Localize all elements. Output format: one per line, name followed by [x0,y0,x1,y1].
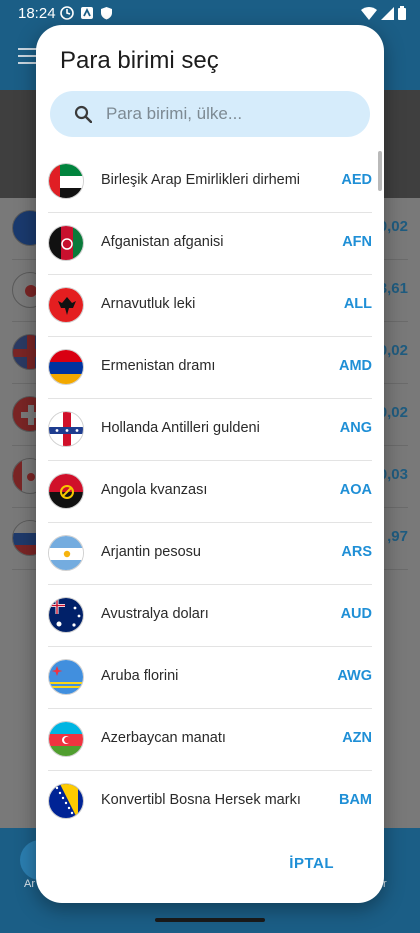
wifi-icon [361,6,377,20]
currency-item-aed[interactable]: Birleşik Arap Emirlikleri dirhemi AED [48,151,372,213]
cancel-button[interactable]: İPTAL [289,855,334,872]
currency-picker-dialog: Para birimi seç Birleşik Arap Emirlikler… [36,25,384,903]
uae-flag-icon [48,163,84,199]
currency-name: Arjantin pesosu [101,544,201,560]
scrollbar[interactable] [378,151,382,191]
currency-name: Hollanda Antilleri guldeni [101,420,260,436]
currency-name: Avustralya doları [101,606,209,622]
search-icon [74,105,92,123]
currency-item-amd[interactable]: Ermenistan dramı AMD [48,337,372,399]
currency-item-aud[interactable]: Avustralya doları AUD [48,585,372,647]
azerbaijan-flag-icon [48,721,84,757]
angola-flag-icon [48,473,84,509]
bosnia-flag-icon [48,783,84,819]
status-time: 18:24 [18,5,56,22]
currency-code: AZN [342,730,372,746]
sync-icon [60,6,74,20]
currency-name: Aruba florini [101,668,179,684]
currency-code: AOA [339,482,372,498]
app-notification-icon [81,7,93,19]
bottom-label-left: Ar [24,878,35,890]
currency-name: Afganistan afganisi [101,234,224,250]
signal-icon [381,6,394,20]
afghanistan-flag-icon [48,225,84,261]
currency-list[interactable]: Birleşik Arap Emirlikleri dirhemi AED Af… [36,151,384,831]
shield-icon [101,7,112,20]
currency-item-aoa[interactable]: Angola kvanzası AOA [48,461,372,523]
status-bar: 18:24 [0,0,420,28]
status-system-icons [361,6,406,20]
currency-name: Angola kvanzası [101,482,208,498]
currency-code: ANG [339,420,372,436]
currency-item-afn[interactable]: Afganistan afganisi AFN [48,213,372,275]
bg-value: ,97 [387,528,408,545]
currency-name: Konvertibl Bosna Hersek markı [101,792,301,808]
armenia-flag-icon [48,349,84,385]
currency-item-all[interactable]: Arnavutluk leki ALL [48,275,372,337]
currency-name: Azerbaycan manatı [101,730,226,746]
australia-flag-icon [48,597,84,633]
currency-item-awg[interactable]: Aruba florini AWG [48,647,372,709]
currency-name: Arnavutluk leki [101,296,196,312]
netherlands-antilles-flag-icon [48,411,84,447]
currency-name: Ermenistan dramı [101,358,216,374]
gesture-nav-handle[interactable] [155,918,265,922]
albania-flag-icon [48,287,84,323]
currency-code: AED [341,172,372,188]
currency-code: AWG [337,668,372,684]
menu-icon[interactable] [18,48,38,64]
currency-item-azn[interactable]: Azerbaycan manatı AZN [48,709,372,771]
search-box[interactable] [50,91,370,137]
dialog-title: Para birimi seç [60,47,219,74]
currency-code: AFN [342,234,372,250]
currency-code: ARS [341,544,372,560]
currency-code: AMD [338,358,372,374]
search-input[interactable] [106,91,356,137]
currency-item-ang[interactable]: Hollanda Antilleri guldeni ANG [48,399,372,461]
status-notification-icons [60,6,113,20]
currency-code: BAM [338,792,372,808]
currency-item-bam[interactable]: Konvertibl Bosna Hersek markı BAM [48,771,372,831]
currency-item-ars[interactable]: Arjantin pesosu ARS [48,523,372,585]
currency-code: ALL [343,296,372,312]
battery-icon [398,6,406,20]
currency-name: Birleşik Arap Emirlikleri dirhemi [101,172,301,188]
aruba-flag-icon [48,659,84,695]
currency-code: AUD [340,606,372,622]
argentina-flag-icon [48,535,84,571]
